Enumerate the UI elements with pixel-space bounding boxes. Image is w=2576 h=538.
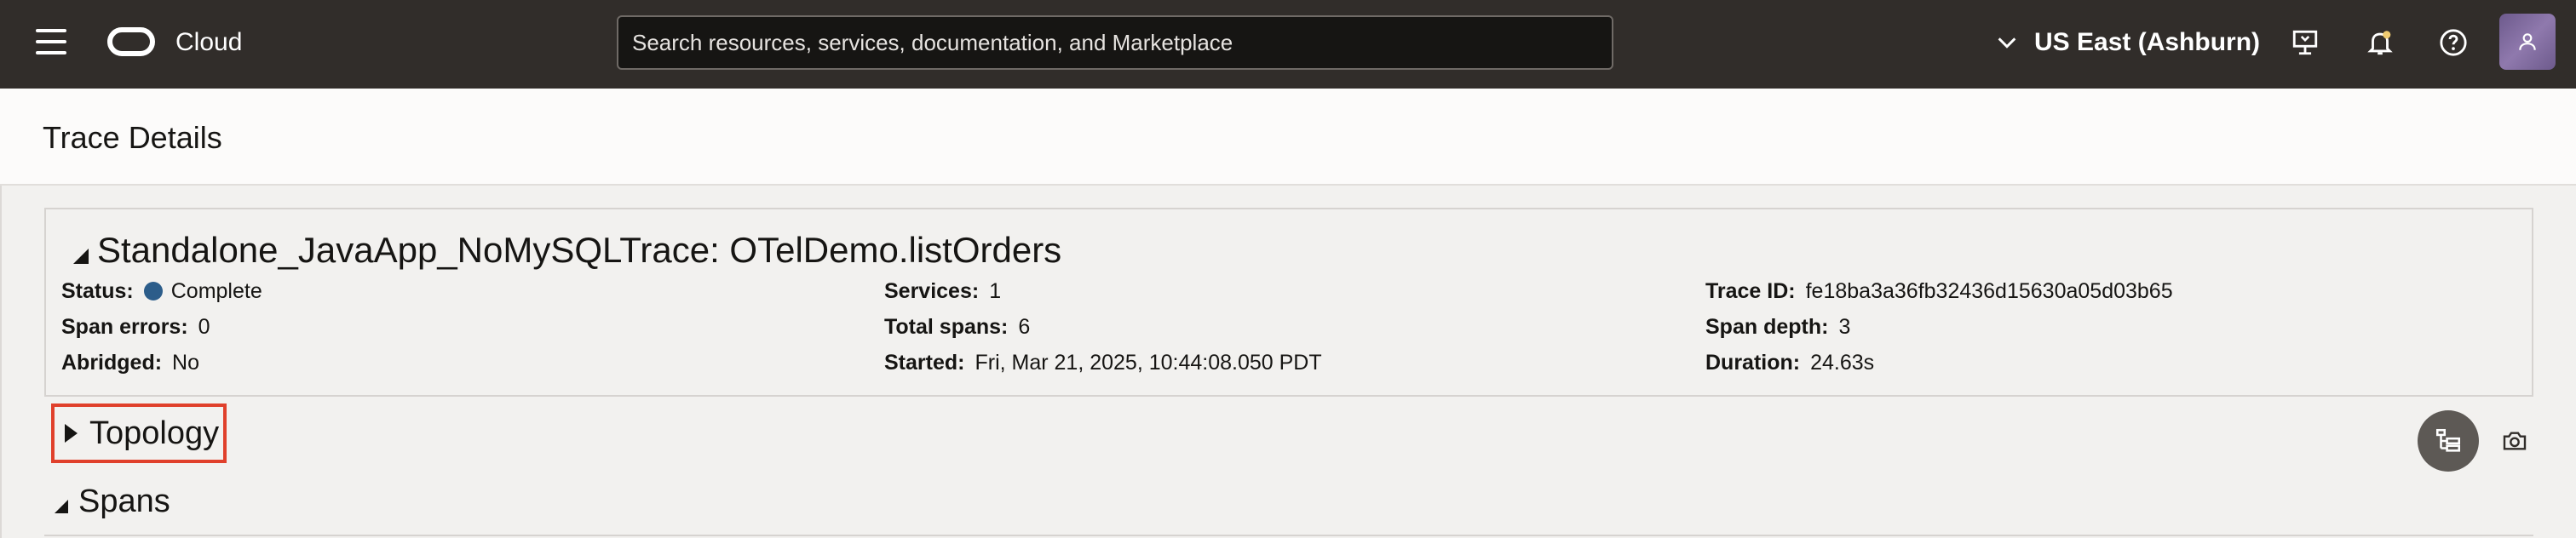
trace-summary-panel: Standalone_JavaApp_NoMySQLTrace: OTelDem… bbox=[44, 208, 2533, 397]
spans-label: Spans bbox=[78, 484, 170, 519]
started-label: Started: bbox=[884, 351, 965, 375]
span-depth-value: 3 bbox=[1838, 315, 1851, 339]
status-label: Status: bbox=[61, 279, 134, 303]
span-errors-field: Span errors: 0 bbox=[61, 313, 210, 341]
page-header: Trace Details bbox=[0, 89, 2576, 186]
status-dot-icon bbox=[143, 282, 163, 300]
search-input[interactable] bbox=[617, 15, 1613, 70]
user-icon bbox=[2519, 33, 2536, 50]
span-errors-label: Span errors: bbox=[61, 315, 188, 339]
main-content: Standalone_JavaApp_NoMySQLTrace: OTelDem… bbox=[0, 186, 2576, 538]
trace-title: Standalone_JavaApp_NoMySQLTrace: OTelDem… bbox=[97, 230, 1062, 270]
bell-icon[interactable] bbox=[2360, 22, 2401, 63]
abridged-value: No bbox=[172, 351, 200, 375]
services-label: Services: bbox=[884, 279, 980, 303]
trace-id-label: Trace ID: bbox=[1705, 279, 1796, 303]
region-selector[interactable]: US East (Ashburn) bbox=[1995, 24, 2260, 61]
tree-view-button[interactable] bbox=[2418, 410, 2479, 472]
status-field: Status: Complete bbox=[61, 278, 262, 305]
collapse-triangle-icon bbox=[55, 500, 68, 513]
developer-tools-icon[interactable] bbox=[2285, 22, 2326, 63]
spans-section-toggle[interactable]: Spans bbox=[55, 482, 170, 521]
trace-id-field: Trace ID: fe18ba3a36fb32436d15630a05d03b… bbox=[1705, 278, 2173, 305]
duration-label: Duration: bbox=[1705, 351, 1801, 375]
services-value: 1 bbox=[989, 279, 1002, 303]
tree-view-icon bbox=[2435, 428, 2461, 452]
divider bbox=[44, 535, 2533, 536]
total-spans-value: 6 bbox=[1018, 315, 1031, 339]
help-icon[interactable] bbox=[2433, 22, 2474, 63]
region-label: US East (Ashburn) bbox=[2034, 28, 2261, 56]
duration-value: 24.63s bbox=[1810, 351, 1875, 375]
collapse-triangle-icon bbox=[73, 249, 89, 264]
abridged-field: Abridged: No bbox=[61, 349, 199, 376]
services-field: Services: 1 bbox=[884, 278, 1001, 305]
trace-id-value: fe18ba3a36fb32436d15630a05d03b65 bbox=[1805, 279, 2173, 303]
span-errors-value: 0 bbox=[198, 315, 210, 339]
screenshot-button[interactable] bbox=[2498, 424, 2532, 458]
span-depth-label: Span depth: bbox=[1705, 315, 1829, 339]
topology-section-toggle[interactable]: Topology bbox=[51, 404, 227, 463]
span-depth-field: Span depth: 3 bbox=[1705, 313, 1850, 341]
menu-icon[interactable] bbox=[36, 29, 66, 54]
duration-field: Duration: 24.63s bbox=[1705, 349, 1874, 376]
started-field: Started: Fri, Mar 21, 2025, 10:44:08.050… bbox=[884, 349, 1322, 376]
oracle-logo[interactable] bbox=[107, 27, 155, 56]
brand-label[interactable]: Cloud bbox=[175, 26, 242, 60]
top-navigation-bar: Cloud US East (Ashburn) bbox=[0, 0, 2576, 89]
chevron-down-icon bbox=[1998, 37, 2016, 49]
camera-icon bbox=[2503, 432, 2527, 450]
expand-triangle-icon bbox=[65, 424, 78, 443]
status-value: Complete bbox=[170, 279, 262, 303]
abridged-label: Abridged: bbox=[61, 351, 163, 375]
total-spans-label: Total spans: bbox=[884, 315, 1009, 339]
topology-label: Topology bbox=[89, 415, 220, 451]
user-avatar[interactable] bbox=[2499, 14, 2556, 70]
trace-summary-toggle[interactable]: Standalone_JavaApp_NoMySQLTrace: OTelDem… bbox=[73, 228, 1061, 272]
started-value: Fri, Mar 21, 2025, 10:44:08.050 PDT bbox=[975, 351, 1322, 375]
page-title: Trace Details bbox=[43, 120, 222, 155]
total-spans-field: Total spans: 6 bbox=[884, 313, 1030, 341]
